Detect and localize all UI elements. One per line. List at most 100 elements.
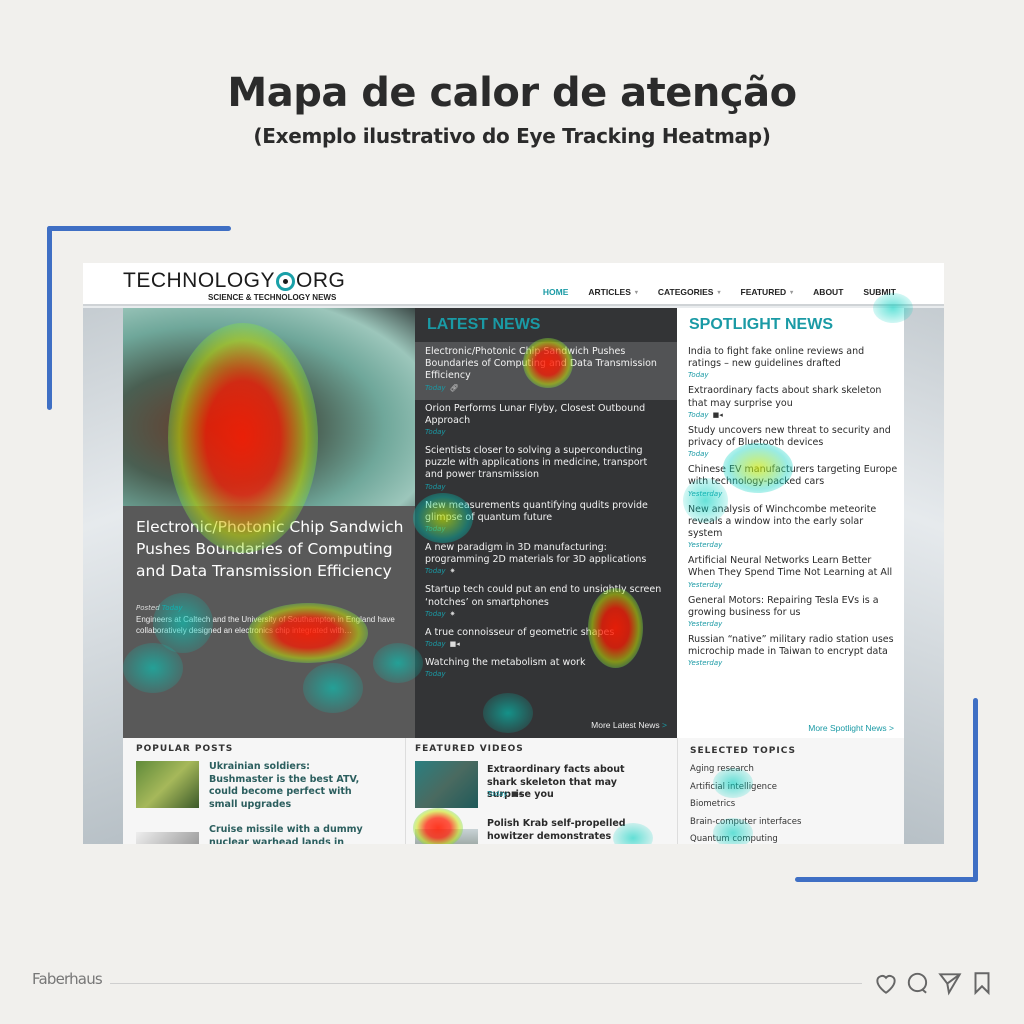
news-item-meta: Yesterday: [688, 581, 900, 589]
site-logo[interactable]: TECHNOLOGY ORG: [123, 269, 345, 293]
main-nav: HOME ARTICLES ▾ CATEGORIES ▾ FEATURED ▾ ABOUT SU…: [523, 287, 896, 297]
popular-post-title[interactable]: Cruise missile with a dummy nuclear warh…: [209, 824, 369, 844]
news-item-date: Today: [688, 450, 709, 459]
heart-icon[interactable]: [873, 970, 899, 996]
nav-item-articles[interactable]: ARTICLES ▾: [588, 287, 638, 297]
footer-divider: [110, 983, 862, 984]
news-item[interactable]: New analysis of Winchcombe meteorite rev…: [688, 504, 900, 550]
news-item-meta: Today 🔗︎: [425, 384, 667, 392]
topic-link[interactable]: Quantum computing: [690, 834, 801, 844]
comment-icon[interactable]: [905, 970, 931, 996]
video-icon: ■◂: [712, 410, 723, 419]
corner-bracket-bottom-right: [973, 698, 978, 882]
news-item-title[interactable]: Artificial Neural Networks Learn Better …: [688, 555, 900, 579]
social-actions: [873, 970, 995, 996]
caret-down-icon: ▾: [634, 289, 638, 296]
news-item[interactable]: India to fight fake online reviews and r…: [688, 346, 900, 379]
more-latest-news-link[interactable]: More Latest News >: [591, 720, 667, 730]
news-item-meta: Yesterday: [688, 620, 900, 628]
nav-item-categories[interactable]: CATEGORIES ▾: [658, 287, 721, 297]
nav-item-submit[interactable]: SUBMIT: [863, 287, 896, 297]
news-item-meta: Today: [425, 483, 667, 491]
news-item-title[interactable]: Russian “native” military radio station …: [688, 634, 900, 658]
news-item[interactable]: General Motors: Repairing Tesla EVs is a…: [688, 595, 900, 628]
news-item[interactable]: A true connoisseur of geometric shapes To…: [415, 624, 677, 654]
topic-link[interactable]: Artificial intelligence: [690, 782, 801, 800]
news-item-meta: Today: [425, 428, 667, 436]
nav-label: ABOUT: [813, 287, 844, 297]
video-title[interactable]: Polish Krab self-propelled howitzer demo…: [487, 818, 657, 843]
idea-icon: ✷: [449, 609, 456, 618]
news-item-title[interactable]: Startup tech could put an end to unsight…: [425, 584, 667, 608]
video-thumbnail[interactable]: [415, 829, 478, 844]
popular-post-thumbnail[interactable]: [136, 761, 199, 808]
hero-image[interactable]: [123, 308, 415, 506]
nav-item-home[interactable]: HOME: [543, 287, 569, 297]
news-item[interactable]: New measurements quantifying qudits prov…: [415, 497, 677, 539]
news-item-title[interactable]: A true connoisseur of geometric shapes: [425, 627, 667, 639]
news-item[interactable]: Startup tech could put an end to unsight…: [415, 581, 677, 623]
news-item-title[interactable]: New analysis of Winchcombe meteorite rev…: [688, 504, 900, 541]
popular-post-title[interactable]: Ukrainian soldiers: Bushmaster is the be…: [209, 761, 369, 811]
news-item-meta: Today ✷: [425, 610, 667, 618]
news-item-meta: Today ✷: [425, 567, 667, 575]
news-item-meta: Yesterday: [688, 490, 900, 498]
hero-article[interactable]: Electronic/Photonic Chip Sandwich Pushes…: [123, 308, 415, 738]
news-item-title[interactable]: A new paradigm in 3D manufacturing: prog…: [425, 542, 667, 566]
news-item[interactable]: Extraordinary facts about shark skeleton…: [688, 385, 900, 418]
news-item-meta: Today ■◂: [688, 411, 900, 419]
bookmark-icon[interactable]: [969, 970, 995, 996]
news-item[interactable]: Chinese EV manufacturers targeting Europ…: [688, 464, 900, 497]
video-thumbnail[interactable]: [415, 761, 478, 808]
topic-link[interactable]: Biometrics: [690, 799, 801, 817]
posted-date: Today: [161, 604, 183, 612]
spotlight-news-heading: SPOTLIGHT NEWS: [689, 316, 833, 333]
corner-bracket-top-left: [47, 226, 231, 231]
news-item-date: Today: [425, 640, 446, 649]
news-item[interactable]: Artificial Neural Networks Learn Better …: [688, 555, 900, 588]
news-item[interactable]: Watching the metabolism at work Today: [415, 654, 677, 684]
more-spotlight-news-link[interactable]: More Spotlight News >: [808, 723, 894, 733]
news-item-meta: Yesterday: [688, 541, 900, 549]
news-item-title[interactable]: Study uncovers new threat to security an…: [688, 425, 900, 449]
popular-post-thumbnail[interactable]: [136, 832, 199, 844]
news-item[interactable]: Scientists closer to solving a supercond…: [415, 442, 677, 497]
logo-eye-icon: [276, 271, 296, 291]
news-item[interactable]: Study uncovers new threat to security an…: [688, 425, 900, 458]
nav-label: SUBMIT: [863, 287, 896, 297]
news-item-title[interactable]: India to fight fake online reviews and r…: [688, 346, 900, 370]
nav-item-featured[interactable]: FEATURED ▾: [741, 287, 794, 297]
video-date: Today ■◂: [487, 790, 522, 798]
news-item[interactable]: Electronic/Photonic Chip Sandwich Pushes…: [415, 342, 677, 400]
news-item-meta: Today: [688, 371, 900, 379]
side-background-right: [904, 308, 944, 844]
news-item[interactable]: Russian “native” military radio station …: [688, 634, 900, 667]
nav-item-about[interactable]: ABOUT: [813, 287, 843, 297]
news-item-title[interactable]: General Motors: Repairing Tesla EVs is a…: [688, 595, 900, 619]
news-item-title[interactable]: Orion Performs Lunar Flyby, Closest Outb…: [425, 403, 667, 427]
news-item-title[interactable]: New measurements quantifying qudits prov…: [425, 500, 667, 524]
news-item[interactable]: A new paradigm in 3D manufacturing: prog…: [415, 539, 677, 581]
topic-link[interactable]: Aging research: [690, 764, 801, 782]
news-item[interactable]: Orion Performs Lunar Flyby, Closest Outb…: [415, 400, 677, 442]
hero-excerpt: Engineers at Caltech and the University …: [136, 615, 395, 635]
topic-link[interactable]: Brain-computer interfaces: [690, 817, 801, 835]
corner-bracket-top-left: [47, 226, 52, 410]
news-item-meta: Today ■◂: [425, 640, 667, 648]
news-item-date: Today: [425, 383, 446, 392]
featured-videos-heading: FEATURED VIDEOS: [415, 744, 524, 754]
brand-name: Faberhaus: [32, 970, 103, 988]
news-item-title[interactable]: Chinese EV manufacturers targeting Europ…: [688, 464, 900, 488]
news-item-date: Yesterday: [688, 659, 723, 668]
news-item-title[interactable]: Watching the metabolism at work: [425, 657, 667, 669]
logo-text-left: TECHNOLOGY: [123, 269, 276, 292]
news-item-title[interactable]: Extraordinary facts about shark skeleton…: [688, 385, 900, 409]
news-item-title[interactable]: Scientists closer to solving a supercond…: [425, 445, 667, 482]
hero-title[interactable]: Electronic/Photonic Chip Sandwich Pushes…: [136, 516, 411, 582]
news-item-title[interactable]: Electronic/Photonic Chip Sandwich Pushes…: [425, 346, 667, 383]
bottom-sections: POPULAR POSTS Ukrainian soldiers: Bushma…: [123, 738, 904, 844]
send-icon[interactable]: [937, 970, 963, 996]
news-item-date: Today: [425, 609, 446, 618]
nav-label: HOME: [542, 287, 569, 297]
news-item-meta: Today: [688, 450, 900, 458]
